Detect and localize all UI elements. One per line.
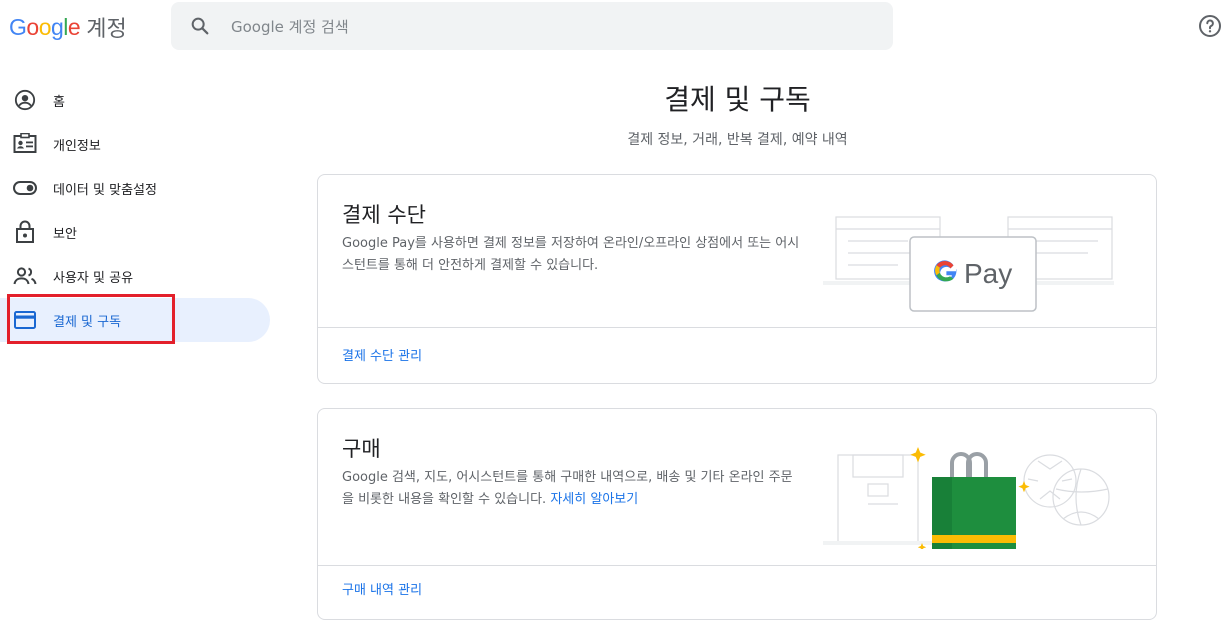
manage-payment-methods-link[interactable]: 결제 수단 관리	[342, 345, 422, 364]
sidebar-item-home[interactable]: 홈	[0, 78, 270, 122]
selection-highlight-box	[7, 294, 175, 344]
search-input[interactable]	[229, 14, 833, 40]
page-subtitle: 결제 정보, 거래, 반복 결제, 예약 내역	[627, 132, 848, 148]
search-bar[interactable]	[171, 2, 893, 50]
search-icon[interactable]	[189, 15, 211, 37]
card-divider	[318, 327, 1156, 328]
google-wordmark: Google	[9, 13, 81, 40]
card-description: Google Pay를 사용하면 결제 정보를 저장하여 온라인/오프라인 상점…	[342, 236, 800, 273]
sidebar-item-personal-info[interactable]: 개인정보	[0, 122, 270, 166]
card-description: Google 검색, 지도, 어시스턴트를 통해 구매한 내역으로, 배송 및 …	[342, 467, 802, 511]
purchases-card: 구매 Google 검색, 지도, 어시스턴트를 통해 구매한 내역으로, 배송…	[317, 408, 1157, 620]
sidebar-item-label: 데이터 및 맞춤설정	[53, 182, 157, 198]
sidebar-item-security[interactable]: 보안	[0, 210, 270, 254]
gpay-label: Pay	[964, 258, 1012, 289]
google-account-logo[interactable]: Google 계정	[9, 12, 127, 43]
card-divider	[318, 565, 1156, 566]
lock-icon	[13, 220, 37, 244]
learn-more-link[interactable]: 자세히 알아보기	[550, 492, 638, 507]
logo-suffix: 계정	[86, 17, 127, 42]
account-circle-icon	[13, 88, 37, 112]
shopping-bag-illustration	[823, 447, 1110, 549]
page-title: 결제 및 구독	[664, 83, 811, 116]
sidebar-item-label: 개인정보	[53, 138, 101, 154]
manage-purchases-link[interactable]: 구매 내역 관리	[342, 579, 422, 598]
google-pay-illustration: Pay	[823, 216, 1114, 312]
sidebar-item-label: 보안	[53, 226, 77, 242]
payment-methods-card: 결제 수단 Google Pay를 사용하면 결제 정보를 저장하여 온라인/오…	[317, 174, 1157, 384]
people-icon	[13, 264, 37, 288]
sidebar-item-people-sharing[interactable]: 사용자 및 공유	[0, 254, 270, 298]
card-heading: 결제 수단	[342, 203, 426, 227]
id-card-icon	[13, 132, 37, 156]
sidebar-item-label: 사용자 및 공유	[53, 270, 134, 286]
toggle-icon	[13, 176, 37, 200]
card-heading: 구매	[342, 437, 381, 461]
sidebar-item-data-privacy[interactable]: 데이터 및 맞춤설정	[0, 166, 270, 210]
sidebar-item-label: 홈	[53, 94, 65, 110]
help-icon[interactable]	[1198, 14, 1222, 38]
